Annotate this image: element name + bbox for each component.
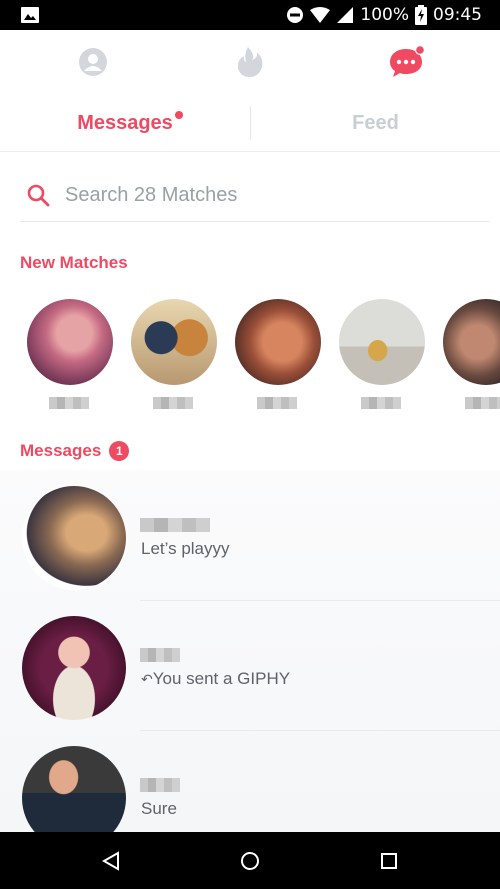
- unread-dot: [175, 111, 183, 119]
- clock: 09:45: [433, 5, 482, 25]
- new-matches-heading: New Matches: [20, 253, 128, 272]
- message-name-blurred: [140, 778, 180, 792]
- message-avatar: [22, 486, 126, 590]
- image-notification-icon: [21, 7, 39, 23]
- match-name-blurred: [465, 397, 500, 409]
- match-avatar: [131, 299, 217, 385]
- message-preview-text: You sent a GIPHY: [152, 669, 291, 688]
- match-name-blurred: [361, 397, 401, 409]
- match-card[interactable]: [337, 285, 427, 410]
- top-navigation: [0, 30, 500, 94]
- match-card[interactable]: [441, 285, 500, 410]
- match-avatar: [339, 299, 425, 385]
- new-matches-carousel: [0, 285, 500, 415]
- message-preview: ↶You sent a GIPHY: [141, 669, 290, 689]
- battery-percent: 100%: [360, 5, 409, 25]
- profile-icon: [79, 48, 107, 76]
- tab-feed-label: Feed: [352, 111, 399, 134]
- search-icon: [27, 184, 50, 207]
- search-bar: [20, 170, 490, 222]
- search-input[interactable]: [65, 178, 485, 212]
- match-name-blurred: [257, 397, 297, 409]
- match-avatar: [235, 299, 321, 385]
- match-avatar: [27, 299, 113, 385]
- back-button[interactable]: [96, 846, 126, 876]
- system-navigation-bar: [0, 832, 500, 889]
- message-row[interactable]: ↶You sent a GIPHY: [0, 610, 500, 740]
- message-preview: Let’s playyy: [141, 539, 230, 558]
- row-separator: [140, 730, 500, 731]
- signal-icon: [337, 7, 354, 23]
- tab-feed[interactable]: Feed: [251, 94, 500, 152]
- status-right: 100% 09:45: [286, 0, 482, 30]
- discover-button[interactable]: [230, 42, 270, 82]
- profile-button[interactable]: [73, 42, 113, 82]
- message-list: Let’s playyy ↶You sent a GIPHY Sure: [0, 470, 500, 850]
- message-preview: Sure: [141, 799, 177, 818]
- tab-messages[interactable]: Messages: [0, 94, 250, 152]
- recents-button[interactable]: [374, 846, 404, 876]
- home-button[interactable]: [235, 846, 265, 876]
- reply-arrow-icon: ↶: [141, 672, 153, 688]
- message-row[interactable]: Let’s playyy: [0, 480, 500, 610]
- battery-charging-icon: [415, 5, 427, 25]
- match-name-blurred: [153, 397, 193, 409]
- match-name-blurred: [49, 397, 89, 409]
- row-separator: [140, 600, 500, 601]
- home-circle-icon: [241, 852, 259, 870]
- back-triangle-icon: [102, 851, 119, 871]
- match-card[interactable]: [233, 285, 323, 410]
- message-avatar: [22, 616, 126, 720]
- message-name-blurred: [140, 518, 210, 532]
- status-bar: 100% 09:45: [0, 0, 500, 30]
- recents-square-icon: [381, 853, 397, 869]
- unread-count-badge: 1: [109, 441, 130, 461]
- chat-bubble-icon: [390, 45, 425, 77]
- messages-nav-button[interactable]: [386, 42, 426, 82]
- do-not-disturb-icon: [287, 7, 304, 23]
- message-name-blurred: [140, 648, 180, 662]
- messages-heading-label: Messages: [20, 441, 102, 460]
- flame-icon: [237, 47, 263, 77]
- match-card[interactable]: [25, 285, 115, 410]
- wifi-icon: [310, 7, 331, 23]
- match-card[interactable]: [129, 285, 219, 410]
- tab-messages-label: Messages: [77, 111, 173, 134]
- app-screen: 100% 09:45 Messages Feed Search 28 Match…: [0, 0, 500, 889]
- messages-heading: Messages 1: [20, 441, 130, 461]
- tab-bar: Messages Feed: [0, 94, 500, 152]
- match-avatar: [443, 299, 500, 385]
